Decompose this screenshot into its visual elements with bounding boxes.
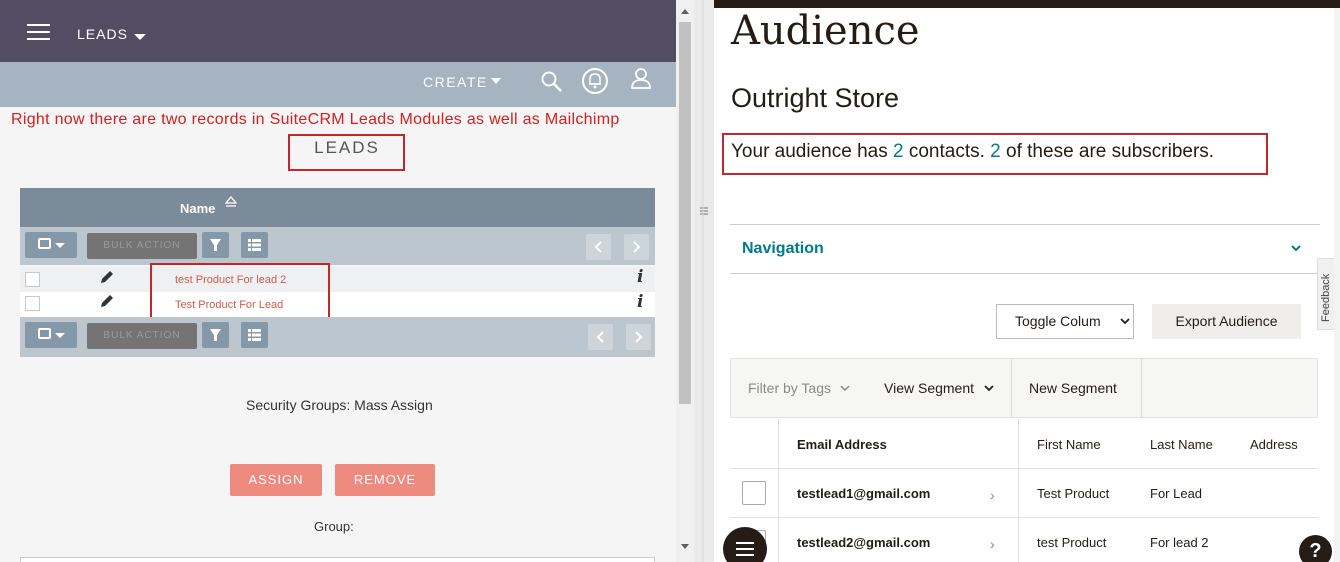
feedback-label[interactable]: Feedback [1320, 274, 1332, 322]
column-header-email[interactable]: Email Address [797, 437, 887, 452]
contact-last-name: For Lead [1150, 486, 1203, 501]
chevron-right-icon[interactable]: › [990, 536, 995, 552]
navigation-toggle[interactable]: Navigation [742, 240, 824, 258]
bulk-action-button[interactable]: BULK ACTION [87, 323, 197, 349]
help-button[interactable]: ? [1299, 535, 1332, 562]
sort-icon[interactable] [225, 196, 237, 212]
page-title: Audience [731, 8, 920, 54]
search-icon[interactable] [540, 70, 564, 94]
module-menu-title[interactable]: LEADS [77, 26, 128, 42]
filter-button[interactable] [202, 232, 229, 258]
chevron-left-icon [596, 331, 604, 343]
info-icon[interactable]: i [637, 267, 643, 287]
group-label: Group: [314, 519, 354, 534]
row-checkbox[interactable] [25, 272, 40, 287]
suitecrm-pane: LEADS CREATE Right now there are two rec… [0, 0, 676, 562]
group-select[interactable] [20, 557, 655, 562]
bulk-action-button[interactable]: BULK ACTION [87, 233, 197, 259]
column-header-name[interactable]: Name [180, 201, 215, 216]
edit-pencil-icon[interactable] [99, 269, 115, 285]
contact-first-name: Test Product [1037, 486, 1110, 501]
table-row[interactable] [20, 267, 655, 292]
column-chooser-button[interactable] [241, 232, 268, 258]
mailchimp-top-strip [714, 0, 1340, 8]
filter-button[interactable] [202, 322, 229, 348]
store-name: Outright Store [731, 83, 900, 113]
annotation-text: Right now there are two records in Suite… [11, 111, 620, 128]
divider [1141, 358, 1142, 418]
remove-button[interactable]: REMOVE [335, 464, 435, 496]
chevron-down-icon [984, 385, 994, 392]
chevron-down-icon [840, 385, 850, 392]
checkbox-icon [38, 328, 51, 339]
prev-page-button[interactable] [586, 234, 611, 260]
user-profile-icon[interactable] [630, 67, 652, 89]
chevron-right-icon[interactable]: › [990, 487, 995, 503]
row-checkbox[interactable] [25, 296, 40, 311]
menu-icon[interactable] [27, 24, 50, 40]
edit-pencil-icon[interactable] [99, 293, 115, 309]
next-page-button[interactable] [624, 234, 649, 260]
next-page-button[interactable] [626, 324, 651, 350]
view-segment-dropdown[interactable]: View Segment [884, 380, 974, 396]
export-audience-button[interactable]: Export Audience [1152, 304, 1301, 339]
create-button[interactable]: CREATE [423, 74, 488, 90]
chevron-left-icon [594, 241, 602, 253]
info-icon[interactable]: i [637, 292, 643, 312]
chevron-right-icon [633, 241, 641, 253]
assign-button[interactable]: ASSIGN [230, 464, 322, 496]
module-dropdown-icon[interactable] [134, 34, 146, 40]
chevron-down-icon [1120, 318, 1130, 325]
left-scrollbar[interactable] [676, 0, 694, 562]
scrollbar-arrows [679, 9, 691, 549]
annotation-box-records [150, 263, 330, 319]
annotation-box-audience [722, 133, 1268, 175]
list-header [20, 188, 655, 227]
right-scrollbar[interactable] [1334, 8, 1340, 562]
page-title: LEADS [314, 138, 380, 157]
notifications-icon[interactable] [581, 67, 609, 95]
table-row[interactable] [20, 292, 655, 317]
column-header-address[interactable]: Address [1250, 437, 1298, 452]
crm-action-bar [0, 62, 676, 107]
column-chooser-button[interactable] [241, 322, 268, 348]
filter-by-tags-dropdown[interactable]: Filter by Tags [748, 380, 831, 396]
select-all-button[interactable] [25, 232, 77, 258]
toggle-columns-label: Toggle Colum [1015, 313, 1101, 329]
divider [730, 224, 1320, 225]
contact-last-name: For lead 2 [1150, 535, 1209, 550]
divider [730, 273, 1320, 274]
column-header-last-name[interactable]: Last Name [1150, 437, 1213, 452]
list-icon [248, 329, 261, 341]
filter-icon [210, 239, 221, 251]
new-segment-button[interactable]: New Segment [1029, 380, 1117, 396]
chevron-right-icon [635, 331, 643, 343]
pane-divider[interactable] [694, 0, 714, 562]
contact-first-name: test Product [1037, 535, 1107, 550]
column-header-first-name[interactable]: First Name [1037, 437, 1101, 452]
create-dropdown-icon[interactable] [491, 78, 501, 84]
security-groups-heading: Security Groups: Mass Assign [246, 397, 433, 413]
contact-email[interactable]: testlead2@gmail.com [797, 535, 930, 550]
checkbox-icon [38, 238, 51, 249]
filter-icon [210, 329, 221, 341]
prev-page-button[interactable] [588, 324, 613, 350]
caret-down-icon [55, 243, 65, 248]
list-icon [248, 239, 261, 251]
select-all-button[interactable] [25, 322, 77, 348]
caret-down-icon [55, 333, 65, 338]
resize-grip-icon [700, 0, 708, 562]
contact-email[interactable]: testlead1@gmail.com [797, 486, 930, 501]
divider [1011, 358, 1012, 418]
toggle-columns-button[interactable]: Toggle Colum [996, 304, 1134, 339]
row-checkbox[interactable] [742, 481, 766, 505]
mailchimp-pane: Audience Outright Store Your audience ha… [714, 0, 1340, 562]
chevron-down-icon[interactable] [1290, 244, 1302, 254]
